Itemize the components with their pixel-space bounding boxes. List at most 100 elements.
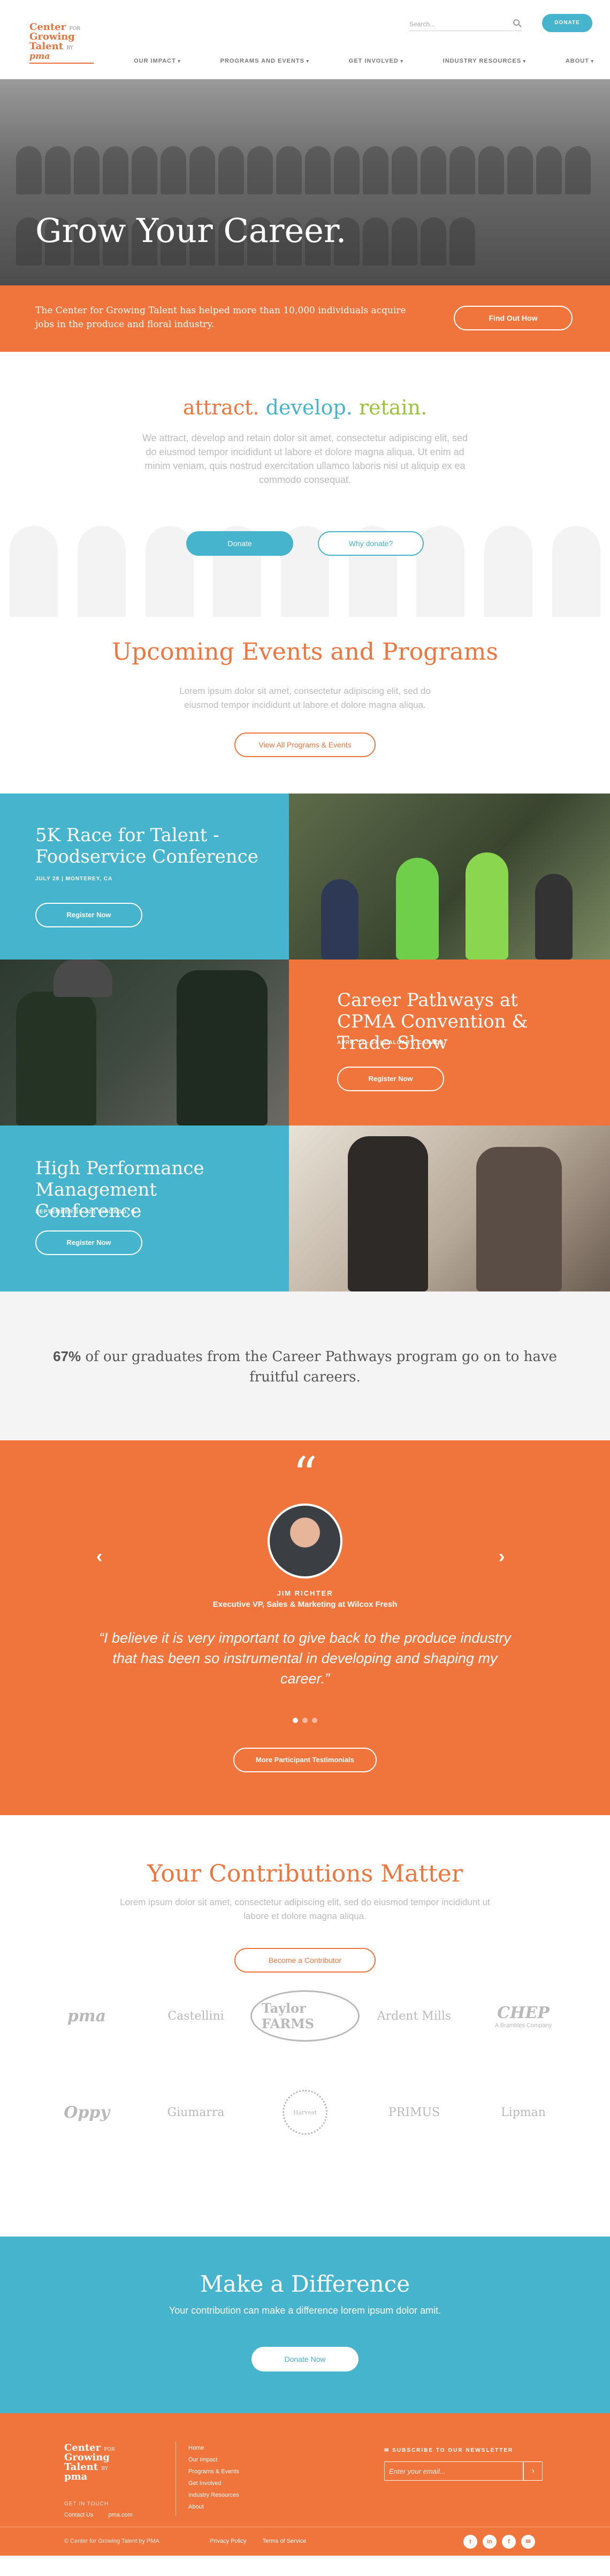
- hero-title: Grow Your Career.: [35, 211, 347, 250]
- event-card: High Performance Management Conference S…: [0, 1125, 289, 1291]
- chevron-left-icon[interactable]: ‹: [96, 1546, 102, 1567]
- stat-text: 67% of our graduates from the Career Pat…: [53, 1348, 557, 1385]
- make-difference-text: Your contribution can make a difference …: [169, 2305, 441, 2316]
- become-contributor-button[interactable]: Become a Contributor: [234, 1948, 376, 1973]
- footer-link-programs[interactable]: Programs & Events: [188, 2466, 239, 2477]
- legal-links: Privacy Policy Terms of Service: [210, 2538, 306, 2544]
- intro-section: attract. develop. retain. We attract, de…: [0, 352, 610, 617]
- upcoming-text: Lorem ipsum dolor sit amet, consectetur …: [179, 686, 431, 710]
- terms-link[interactable]: Terms of Service: [262, 2538, 306, 2544]
- sponsor-logo[interactable]: Ardent Mills: [360, 1992, 469, 2040]
- footer-contact: Contact Us pma.com: [64, 2512, 133, 2518]
- make-difference-section: Make a Difference Your contribution can …: [0, 2237, 610, 2413]
- sponsor-logo[interactable]: pma: [32, 1992, 141, 2040]
- people-illustration: [0, 520, 610, 617]
- event-row: 5K Race for Talent - Foodservice Confere…: [0, 794, 610, 960]
- sponsor-logos: pma Castellini Taylor FARMS Ardent Mills…: [32, 1990, 578, 2136]
- facebook-icon[interactable]: f: [502, 2535, 516, 2549]
- view-all-events-button[interactable]: View All Programs & Events: [234, 732, 376, 757]
- testimonial-name: JIM RICHTER: [277, 1589, 333, 1597]
- site-header: Center FOR Growing Talent BY pma Search.…: [0, 0, 610, 79]
- sponsor-logo[interactable]: Castellini: [141, 1992, 250, 2040]
- carousel-dots: [0, 1718, 610, 1723]
- main-nav: OUR IMPACT PROGRAMS AND EVENTS GET INVOL…: [134, 58, 594, 64]
- event-row: Career Pathways at CPMA Convention & Tra…: [0, 960, 610, 1125]
- donate-now-button[interactable]: Donate Now: [251, 2347, 359, 2371]
- event-photo-runners: [289, 794, 610, 960]
- stat-value: 67%: [53, 1348, 81, 1364]
- sponsor-logo[interactable]: Lipman: [469, 2088, 578, 2136]
- testimonial-section: “ ‹ › JIM RICHTER Executive VP, Sales & …: [0, 1440, 610, 1815]
- make-difference-title: Make a Difference: [200, 2271, 410, 2297]
- find-out-how-button[interactable]: Find Out How: [454, 306, 573, 330]
- hero-callout-text: The Center for Growing Talent has helped…: [35, 305, 406, 330]
- footer-link-about[interactable]: About: [188, 2501, 239, 2513]
- linkedin-icon[interactable]: in: [483, 2535, 497, 2549]
- hero-callout: The Center for Growing Talent has helped…: [0, 285, 610, 352]
- register-button[interactable]: Register Now: [35, 1230, 142, 1255]
- carousel-dot[interactable]: [302, 1718, 308, 1723]
- testimonial-role: Executive VP, Sales & Marketing at Wilco…: [212, 1600, 398, 1609]
- logo[interactable]: Center FOR Growing Talent BY pma: [29, 22, 94, 64]
- site-footer: Center FOR Growing Talent BY pma GET IN …: [0, 2413, 610, 2556]
- sponsor-logo[interactable]: CHEP A Brambles Company: [469, 1992, 578, 2040]
- tagline: attract. develop. retain.: [182, 396, 428, 419]
- privacy-policy-link[interactable]: Privacy Policy: [210, 2538, 246, 2544]
- event-meta: JULY 28 | MONTEREY, CA: [35, 876, 113, 882]
- newsletter-submit-button[interactable]: ›: [523, 2461, 543, 2481]
- event-card: Career Pathways at CPMA Convention & Tra…: [289, 960, 610, 1125]
- event-meta: APRIL 12 - 14 | CALGARY, CANADA: [337, 1040, 444, 1046]
- copyright: © Center for Growing Talent by PMA: [64, 2538, 159, 2544]
- newsletter-email-input[interactable]: Enter your email...: [384, 2461, 523, 2481]
- upcoming-title: Upcoming Events and Programs: [112, 638, 498, 666]
- carousel-dot[interactable]: [293, 1718, 298, 1723]
- contact-us-link[interactable]: Contact Us: [64, 2512, 93, 2518]
- why-donate-button[interactable]: Why donate?: [318, 531, 424, 556]
- event-row: High Performance Management Conference S…: [0, 1125, 610, 1291]
- contributions-section: Your Contributions Matter Lorem ipsum do…: [0, 1815, 610, 2237]
- footer-link-our-impact[interactable]: Our Impact: [188, 2454, 239, 2466]
- footer-link-resources[interactable]: Industry Resources: [188, 2489, 239, 2501]
- sponsor-logo[interactable]: Taylor FARMS: [250, 1990, 360, 2042]
- register-button[interactable]: Register Now: [35, 903, 142, 927]
- nav-programs-events[interactable]: PROGRAMS AND EVENTS: [220, 58, 309, 64]
- sponsor-logo[interactable]: Harvest: [250, 2088, 360, 2136]
- nav-about[interactable]: ABOUT: [566, 58, 594, 64]
- sponsor-logo[interactable]: Giumarra: [141, 2088, 250, 2136]
- event-card: 5K Race for Talent - Foodservice Confere…: [0, 794, 289, 960]
- footer-link-get-involved[interactable]: Get Involved: [188, 2477, 239, 2489]
- social-links: t in f ✉: [463, 2535, 535, 2549]
- nav-our-impact[interactable]: OUR IMPACT: [134, 58, 181, 64]
- footer-link-home[interactable]: Home: [188, 2442, 239, 2454]
- contributions-title: Your Contributions Matter: [147, 1860, 463, 1887]
- register-button[interactable]: Register Now: [337, 1067, 444, 1091]
- intro-donate-button[interactable]: Donate: [186, 531, 293, 556]
- carousel-dot[interactable]: [312, 1718, 317, 1723]
- footer-links: Home Our Impact Programs & Events Get In…: [188, 2442, 239, 2513]
- avatar: [268, 1504, 342, 1578]
- contributions-text: Lorem ipsum dolor sit amet, consectetur …: [120, 1897, 490, 1921]
- sponsor-logo[interactable]: Oppy: [32, 2088, 141, 2136]
- chevron-right-icon[interactable]: ›: [499, 1546, 505, 1567]
- footer-bottom: © Center for Growing Talent by PMA Priva…: [0, 2527, 610, 2556]
- footer-logo[interactable]: Center FOR Growing Talent BY pma: [64, 2443, 123, 2482]
- quote-icon: “: [292, 1447, 317, 1503]
- nav-industry-resources[interactable]: INDUSTRY RESOURCES: [443, 58, 526, 64]
- donate-button[interactable]: DONATE: [542, 14, 592, 32]
- more-testimonials-button[interactable]: More Participant Testimonials: [233, 1748, 377, 1772]
- intro-text: We attract, develop and retain dolor sit…: [142, 433, 468, 485]
- email-icon[interactable]: ✉: [521, 2535, 535, 2549]
- pma-link[interactable]: pma.com: [108, 2512, 132, 2518]
- search-icon[interactable]: [513, 19, 520, 26]
- nav-get-involved[interactable]: GET INVOLVED: [349, 58, 403, 64]
- newsletter-title: SUBSCRIBE TO OUR NEWSLETTER: [384, 2447, 513, 2453]
- event-title: 5K Race for Talent - Foodservice Confere…: [35, 825, 258, 867]
- sponsor-logo[interactable]: PRIMUS: [360, 2088, 469, 2136]
- event-meta: SEPTEMBER 19-22 | CHICAGO, IL: [35, 1209, 137, 1215]
- event-photo-students: [0, 960, 289, 1125]
- search-input[interactable]: Search...: [409, 17, 522, 31]
- stat-section: 67% of our graduates from the Career Pat…: [0, 1291, 610, 1440]
- twitter-icon[interactable]: t: [463, 2535, 477, 2549]
- upcoming-section: Upcoming Events and Programs Lorem ipsum…: [0, 617, 610, 794]
- hero-banner: Grow Your Career.: [0, 79, 610, 285]
